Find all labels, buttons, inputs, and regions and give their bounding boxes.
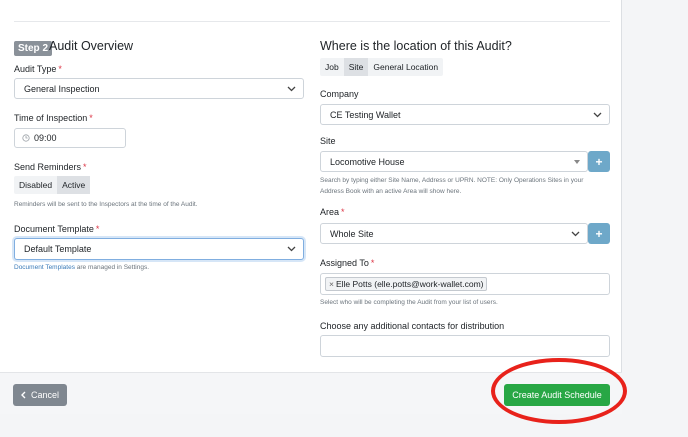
- chevron-down-icon: [593, 112, 602, 117]
- audit-type-select[interactable]: General Inspection: [14, 78, 304, 99]
- chevron-left-icon: [20, 391, 26, 399]
- site-label: Site: [320, 136, 336, 146]
- time-input[interactable]: 09:00: [14, 128, 126, 148]
- reminders-help: Reminders will be sent to the Inspectors…: [14, 201, 198, 208]
- contacts-label: Choose any additional contacts for distr…: [320, 321, 505, 331]
- assigned-help: Select who will be completing the Audit …: [320, 299, 498, 306]
- times-icon[interactable]: ×: [329, 279, 334, 289]
- time-value: 09:00: [34, 133, 57, 143]
- section-heading-location: Where is the location of this Audit?: [320, 39, 512, 53]
- location-option-site[interactable]: Site: [343, 58, 369, 76]
- company-label: Company: [320, 89, 359, 99]
- location-option-job[interactable]: Job: [320, 58, 344, 76]
- template-label: Document Template *: [14, 224, 100, 234]
- top-divider: [14, 21, 610, 22]
- template-select[interactable]: Default Template: [14, 238, 304, 260]
- area-value: Whole Site: [330, 228, 374, 239]
- audit-type-value: General Inspection: [24, 83, 100, 94]
- time-label: Time of Inspection *: [14, 113, 93, 123]
- chevron-down-icon: [287, 246, 296, 252]
- audit-type-label: Audit Type *: [14, 64, 62, 74]
- area-label: Area *: [320, 207, 345, 217]
- highlight-annotation-circle: [491, 358, 627, 424]
- contacts-input[interactable]: [320, 335, 610, 357]
- assigned-label: Assigned To *: [320, 258, 375, 268]
- company-value: CE Testing Wallet: [330, 109, 401, 120]
- location-option-general[interactable]: General Location: [368, 58, 443, 76]
- caret-down-icon: [574, 159, 580, 164]
- site-select[interactable]: Locomotive House: [320, 151, 588, 172]
- cancel-button[interactable]: Cancel: [13, 384, 67, 406]
- reminders-option-disabled[interactable]: Disabled: [14, 176, 57, 194]
- clock-icon: [22, 134, 30, 142]
- site-value: Locomotive House: [330, 156, 405, 167]
- assigned-to-field[interactable]: × Elle Potts (elle.potts@work-wallet.com): [320, 273, 610, 295]
- chevron-down-icon: [571, 231, 580, 236]
- assigned-user-tag: × Elle Potts (elle.potts@work-wallet.com): [325, 277, 488, 291]
- reminders-option-active[interactable]: Active: [57, 176, 91, 194]
- template-help: Document Templates are managed in Settin…: [14, 264, 150, 271]
- chevron-down-icon: [287, 86, 296, 91]
- form-card: Step 2 Audit Overview Audit Type * Genera…: [0, 0, 622, 414]
- document-templates-link[interactable]: Document Templates: [14, 264, 75, 271]
- reminders-label: Send Reminders *: [14, 162, 87, 172]
- add-area-button[interactable]: +: [588, 223, 610, 244]
- company-select[interactable]: CE Testing Wallet: [320, 104, 610, 125]
- template-value: Default Template: [24, 244, 92, 254]
- add-site-button[interactable]: +: [588, 151, 610, 172]
- area-select[interactable]: Whole Site: [320, 223, 588, 244]
- site-help: Search by typing either Site Name, Addre…: [320, 177, 584, 195]
- location-type-toggle: Job Site General Location: [320, 58, 444, 76]
- step-badge: Step 2: [14, 41, 53, 56]
- reminders-toggle: Disabled Active: [14, 176, 91, 194]
- section-heading-audit-overview: Audit Overview: [49, 39, 134, 53]
